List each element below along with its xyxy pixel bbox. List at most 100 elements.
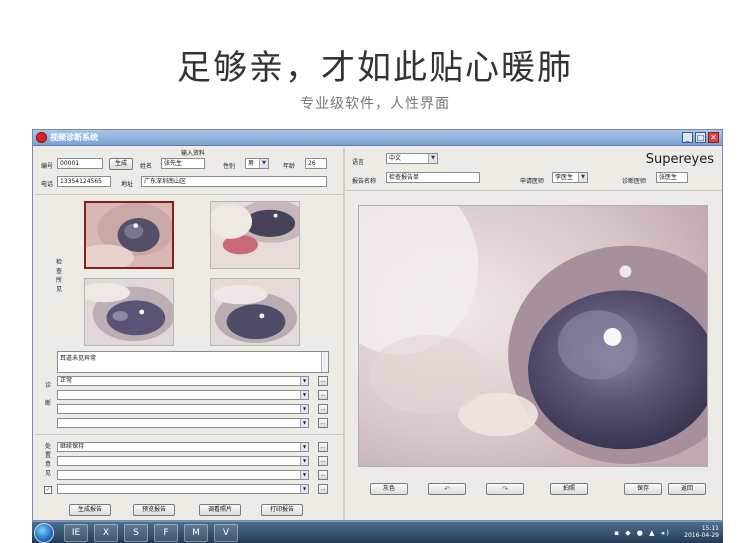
chevron-down-icon[interactable]: ▼ — [259, 159, 268, 168]
gender-value: 男 — [248, 160, 255, 167]
diagnosis-value: 正常 — [60, 377, 73, 384]
capture-thumbnail-2[interactable] — [210, 201, 300, 269]
report-name-field[interactable]: 检查报告单 — [386, 172, 480, 183]
divider — [35, 434, 343, 435]
advice-more-button-4[interactable]: … — [318, 484, 328, 494]
age-label: 年龄 — [283, 163, 296, 170]
age-field[interactable]: 26 — [305, 158, 327, 169]
system-tray-icons[interactable]: ▪ ◆ ● ▲ ◂) — [614, 529, 671, 537]
titlebar[interactable]: 视频诊断系统 _ □ ✕ — [33, 130, 722, 146]
close-button[interactable]: ✕ — [708, 132, 719, 143]
diagnosis-more-button-3[interactable]: … — [318, 404, 328, 414]
chevron-down-icon[interactable]: ▼ — [300, 377, 308, 385]
diagnosis-more-button-4[interactable]: … — [318, 418, 328, 428]
chevron-down-icon[interactable]: ▼ — [300, 405, 308, 413]
system-clock[interactable]: 15:11 2016-04-29 — [684, 525, 719, 539]
findings-memo[interactable]: 耳道未见异常 — [57, 351, 329, 373]
rotate-right-icon[interactable]: ↷ — [486, 483, 524, 495]
maximize-button[interactable]: □ — [695, 132, 706, 143]
taskbar-sogou-icon[interactable]: S — [124, 524, 148, 542]
taskbar: IE X S F M V ▪ ◆ ● ▲ ◂) 15:11 2016-04-29 — [32, 521, 723, 543]
taskbar-folder-icon[interactable]: F — [154, 524, 178, 542]
findings-char: 见 — [55, 286, 62, 293]
camera-panel: 语言 中文 ▼ Supereyes 报告名称 检查报告单 申请医师 李医生 ▼ … — [346, 148, 722, 520]
findings-char: 检 — [55, 259, 62, 266]
chevron-down-icon[interactable]: ▼ — [428, 154, 437, 163]
advice-combo-3[interactable]: ▼ — [57, 470, 309, 480]
diagnostician-field[interactable]: 张医生 — [656, 172, 688, 183]
taskbar-ie-icon[interactable]: IE — [64, 524, 88, 542]
chevron-down-icon[interactable]: ▼ — [300, 457, 308, 465]
exit-button[interactable]: 返回 — [668, 483, 706, 495]
view-photos-button[interactable]: 调看照片 — [199, 504, 241, 516]
advice-more-button-3[interactable]: … — [318, 470, 328, 480]
minimize-button[interactable]: _ — [682, 132, 693, 143]
advice-char: 置 — [44, 452, 51, 459]
diagnostician-label: 诊断医师 — [622, 178, 647, 185]
diagnosis-more-button-1[interactable]: … — [318, 376, 328, 386]
print-report-button[interactable]: 打印报告 — [261, 504, 303, 516]
advice-combo-1[interactable]: 继续保持 ▼ — [57, 442, 309, 452]
chevron-down-icon[interactable]: ▼ — [578, 173, 587, 182]
chevron-down-icon[interactable]: ▼ — [300, 471, 308, 479]
advice-combo-4[interactable]: ▼ — [57, 484, 309, 494]
chevron-down-icon[interactable]: ▼ — [300, 485, 308, 493]
advice-combo-2[interactable]: ▼ — [57, 456, 309, 466]
advice-char: 意 — [44, 461, 51, 468]
findings-char: 查 — [55, 268, 62, 275]
advice-char: 处 — [44, 443, 51, 450]
capture-thumbnail-3[interactable] — [84, 278, 174, 346]
findings-char: 所 — [55, 277, 62, 284]
memo-scrollbar[interactable] — [321, 352, 328, 372]
diagnosis-combo-4[interactable]: ▼ — [57, 418, 309, 428]
capture-thumbnail-1[interactable] — [84, 201, 174, 269]
chevron-down-icon[interactable]: ▼ — [300, 443, 308, 451]
taskbar-media-icon[interactable]: M — [184, 524, 208, 542]
phone-field[interactable]: 13354124565 — [57, 176, 111, 187]
divider — [35, 194, 343, 195]
applicant-label: 申请医师 — [520, 178, 545, 185]
advice-value: 继续保持 — [60, 443, 85, 450]
name-label: 姓名 — [140, 163, 153, 170]
brand-logo: Supereyes — [645, 152, 714, 167]
diagnosis-combo-3[interactable]: ▼ — [57, 404, 309, 414]
chevron-down-icon[interactable]: ▼ — [300, 419, 308, 427]
app-logo-icon — [36, 132, 47, 143]
capture-thumbnail-4[interactable] — [210, 278, 300, 346]
chevron-down-icon[interactable]: ▼ — [300, 391, 308, 399]
section-title: 输入资料 — [181, 150, 206, 157]
language-select[interactable]: 中文 ▼ — [386, 153, 438, 164]
gray-mode-button[interactable]: 灰色 — [370, 483, 408, 495]
taskbar-video-app-icon[interactable]: V — [214, 524, 238, 542]
name-field[interactable]: 张先生 — [161, 158, 205, 169]
language-value: 中文 — [389, 155, 402, 162]
applicant-select[interactable]: 李医生 ▼ — [552, 172, 588, 183]
live-camera-view[interactable] — [358, 205, 708, 467]
findings-text: 耳道未见异常 — [60, 355, 97, 362]
address-field[interactable]: 广东深圳南山区 — [141, 176, 327, 187]
clock-time: 15:11 — [701, 525, 719, 532]
diagnosis-more-button-2[interactable]: … — [318, 390, 328, 400]
advice-checkbox[interactable]: ✓ — [44, 486, 52, 494]
start-button[interactable] — [34, 523, 54, 543]
gender-select[interactable]: 男 ▼ — [245, 158, 269, 169]
capture-button[interactable]: 拍照 — [550, 483, 588, 495]
diagnosis-combo-1[interactable]: 正常 ▼ — [57, 376, 309, 386]
generate-id-button[interactable]: 生成 — [109, 158, 133, 170]
clock-date: 2016-04-29 — [684, 532, 719, 539]
save-button[interactable]: 保存 — [624, 483, 662, 495]
findings-side-label: 检 查 所 见 — [55, 258, 63, 294]
divider — [346, 190, 722, 191]
preview-report-button[interactable]: 预览报告 — [133, 504, 175, 516]
diagnosis-combo-2[interactable]: ▼ — [57, 390, 309, 400]
advice-more-button-2[interactable]: … — [318, 456, 328, 466]
window-title: 视频诊断系统 — [50, 133, 98, 142]
phone-label: 电话 — [41, 181, 54, 188]
id-field[interactable]: 00001 — [57, 158, 103, 169]
advice-more-button-1[interactable]: … — [318, 442, 328, 452]
generate-report-button[interactable]: 生成报告 — [69, 504, 111, 516]
gender-label: 性别 — [223, 163, 236, 170]
rotate-left-icon[interactable]: ↶ — [428, 483, 466, 495]
taskbar-excel-icon[interactable]: X — [94, 524, 118, 542]
subline: 专业级软件，人性界面 — [300, 96, 450, 112]
